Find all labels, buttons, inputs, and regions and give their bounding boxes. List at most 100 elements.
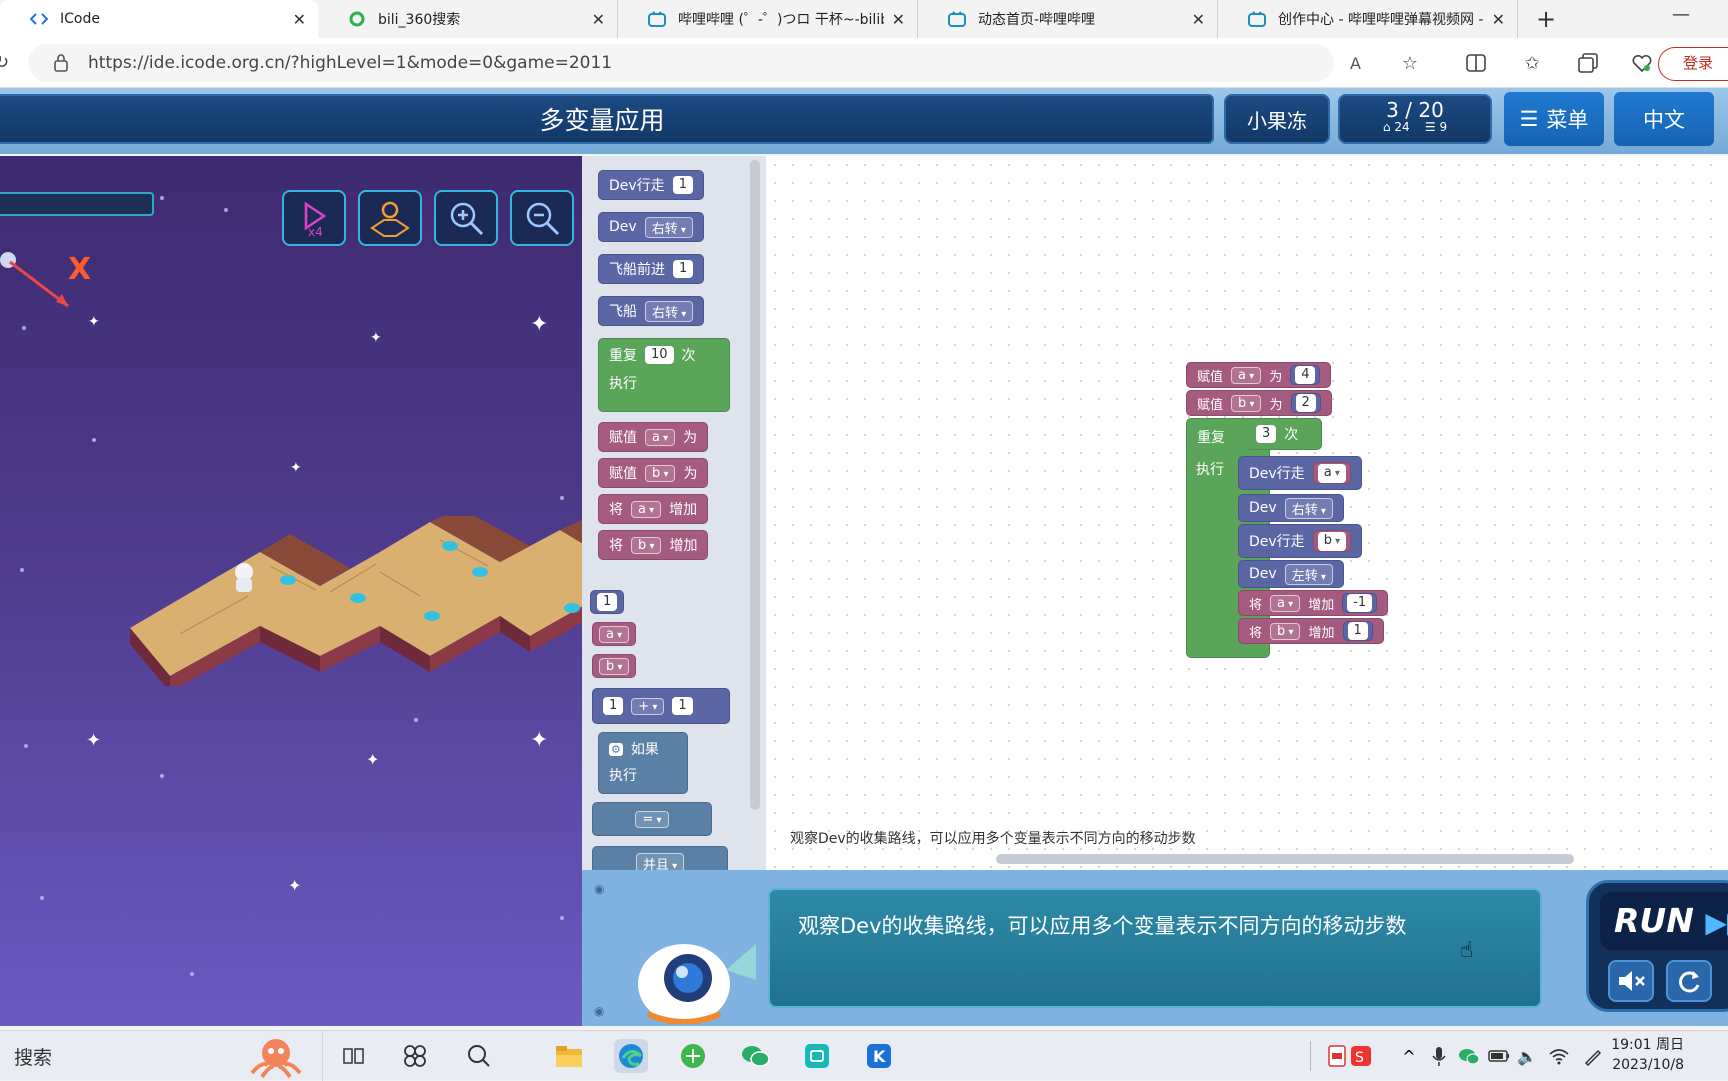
block-number-field[interactable]: 1: [597, 593, 618, 611]
wifi-icon[interactable]: [1542, 1039, 1576, 1073]
menu-button[interactable]: ☰ 菜单: [1504, 92, 1604, 146]
block-dropdown[interactable]: b: [1231, 394, 1262, 412]
block-number-field[interactable]: 2: [1295, 394, 1316, 412]
block-dropdown[interactable]: b: [1270, 622, 1301, 640]
close-icon[interactable]: ✕: [892, 10, 905, 29]
close-icon[interactable]: ✕: [1192, 10, 1205, 29]
program-dev-turn-left[interactable]: Dev 左转: [1238, 560, 1344, 588]
block-dropdown[interactable]: a: [1231, 366, 1262, 384]
taskbar-clock[interactable]: 19:01 周日 2023/10/8: [1611, 1035, 1684, 1075]
favorite-star-icon[interactable]: ☆: [1398, 51, 1422, 75]
game-canvas[interactable]: x4 X ✦ ✦ ✦ ✦ ✦ ✦ ✦ ✦: [0, 156, 582, 1026]
close-icon[interactable]: ✕: [293, 10, 306, 29]
block-operator-dropdown[interactable]: =: [635, 810, 669, 828]
user-name[interactable]: 小果冻: [1224, 94, 1330, 144]
block-dropdown[interactable]: 右转: [1284, 497, 1333, 519]
read-aloud-icon[interactable]: A: [1350, 54, 1361, 73]
collections-icon[interactable]: [1576, 51, 1600, 75]
block-number-field[interactable]: 10: [645, 346, 674, 364]
block-dropdown[interactable]: a: [599, 625, 630, 643]
block-number-field[interactable]: 1: [603, 697, 624, 715]
zoom-in-button[interactable]: [434, 190, 498, 246]
block-assign-a[interactable]: 赋值 a 为: [598, 422, 709, 452]
360-browser-icon[interactable]: [676, 1039, 710, 1073]
tab-icode[interactable]: ICode ✕: [0, 0, 318, 38]
program-dev-walk-b[interactable]: Dev行走 b: [1238, 524, 1363, 558]
block-dropdown[interactable]: a: [1270, 594, 1301, 612]
pen-icon[interactable]: [1576, 1039, 1610, 1073]
widgets-icon[interactable]: [398, 1039, 432, 1073]
tab-bilibili-feed[interactable]: 动态首页-哔哩哔哩 ✕: [918, 0, 1218, 38]
program-assign-b[interactable]: 赋值 b 为 2: [1186, 390, 1332, 416]
run-button[interactable]: RUN ▶▶: [1600, 892, 1728, 950]
block-number-field[interactable]: 1: [672, 176, 693, 194]
taskbar-search[interactable]: 搜索: [14, 1043, 52, 1070]
minimize-button[interactable]: —: [1672, 4, 1690, 25]
input-method-icon[interactable]: S: [1344, 1039, 1378, 1073]
file-explorer-icon[interactable]: [552, 1039, 586, 1073]
task-view-icon[interactable]: [336, 1039, 370, 1073]
k-app-icon[interactable]: K: [862, 1039, 896, 1073]
value-block[interactable]: 2: [1290, 393, 1321, 413]
block-compare[interactable]: =: [592, 802, 712, 836]
value-block[interactable]: 4: [1290, 365, 1321, 385]
new-tab-button[interactable]: +: [1536, 5, 1556, 33]
block-increment-a[interactable]: 将 a 增加: [598, 494, 709, 524]
wechat-tray-icon[interactable]: [1452, 1039, 1486, 1073]
edge-browser-icon[interactable]: [614, 1039, 648, 1073]
refresh-icon[interactable]: ↻: [0, 52, 9, 73]
block-increment-b[interactable]: 将 b 增加: [598, 530, 709, 560]
program-assign-a[interactable]: 赋值 a 为 4: [1186, 362, 1332, 388]
block-var-a[interactable]: a: [592, 622, 637, 646]
block-operator-dropdown[interactable]: 并且: [635, 852, 685, 870]
block-operator-dropdown[interactable]: +: [631, 697, 665, 715]
block-number-field[interactable]: 3: [1256, 425, 1277, 443]
zoom-out-button[interactable]: [510, 190, 574, 246]
level-progress[interactable]: 3 / 20 ⌂ 24 ☰ 9: [1338, 94, 1492, 144]
block-if[interactable]: ⚙ 如果 执行: [598, 732, 688, 794]
block-repeat[interactable]: 重复 10 次 执行: [598, 338, 730, 412]
block-var-b[interactable]: b: [592, 654, 637, 678]
block-dropdown[interactable]: a: [645, 428, 676, 446]
block-assign-b[interactable]: 赋值 b 为: [598, 458, 709, 488]
block-number[interactable]: 1: [590, 590, 625, 614]
gear-icon[interactable]: ⚙: [609, 742, 623, 756]
block-and[interactable]: 并且: [592, 846, 728, 870]
block-dropdown[interactable]: b: [599, 657, 630, 675]
toolbox-scrollbar[interactable]: [750, 160, 760, 810]
block-dev-walk[interactable]: Dev行走 1: [598, 170, 704, 200]
block-number-field[interactable]: 4: [1295, 366, 1316, 384]
var-block[interactable]: b: [1312, 530, 1352, 552]
screen-recorder-icon[interactable]: [800, 1039, 834, 1073]
login-button[interactable]: 登录: [1658, 47, 1728, 81]
block-number-field[interactable]: 1: [672, 697, 693, 715]
program-dev-turn-right[interactable]: Dev 右转: [1238, 494, 1344, 522]
block-ship-forward[interactable]: 飞船前进 1: [598, 254, 705, 284]
block-dropdown[interactable]: 右转: [645, 300, 694, 322]
block-dropdown[interactable]: a: [631, 500, 662, 518]
mute-button[interactable]: [1608, 960, 1654, 1002]
block-number-field[interactable]: 1: [1347, 622, 1368, 640]
wechat-icon[interactable]: [738, 1039, 772, 1073]
favorites-icon[interactable]: ✩: [1520, 51, 1544, 75]
block-ship-turn[interactable]: 飞船 右转: [598, 296, 705, 326]
block-dropdown[interactable]: b: [1317, 531, 1347, 551]
close-icon[interactable]: ✕: [592, 10, 605, 29]
chevron-up-icon[interactable]: ^: [1392, 1039, 1426, 1073]
speed-x4-button[interactable]: x4: [282, 190, 346, 246]
block-dropdown[interactable]: b: [631, 536, 662, 554]
block-number-field[interactable]: -1: [1347, 594, 1373, 612]
volume-icon[interactable]: 🔈: [1510, 1039, 1544, 1073]
tab-bilibili-creator[interactable]: 创作中心 - 哔哩哔哩弹幕视频网 - ✕: [1218, 0, 1518, 38]
lock-icon[interactable]: [54, 54, 68, 77]
program-increment-b[interactable]: 将 b 增加 1: [1238, 618, 1384, 644]
block-dropdown[interactable]: 左转: [1284, 563, 1333, 585]
block-dev-turn[interactable]: Dev 右转: [598, 212, 704, 242]
value-block[interactable]: -1: [1342, 593, 1378, 613]
program-increment-a[interactable]: 将 a 增加 -1: [1238, 590, 1389, 616]
block-dropdown[interactable]: a: [1317, 463, 1346, 483]
program-dev-walk-a[interactable]: Dev行走 a: [1238, 456, 1362, 490]
split-screen-icon[interactable]: [1464, 51, 1488, 75]
microphone-icon[interactable]: [1422, 1039, 1456, 1073]
map-view-button[interactable]: [358, 190, 422, 246]
